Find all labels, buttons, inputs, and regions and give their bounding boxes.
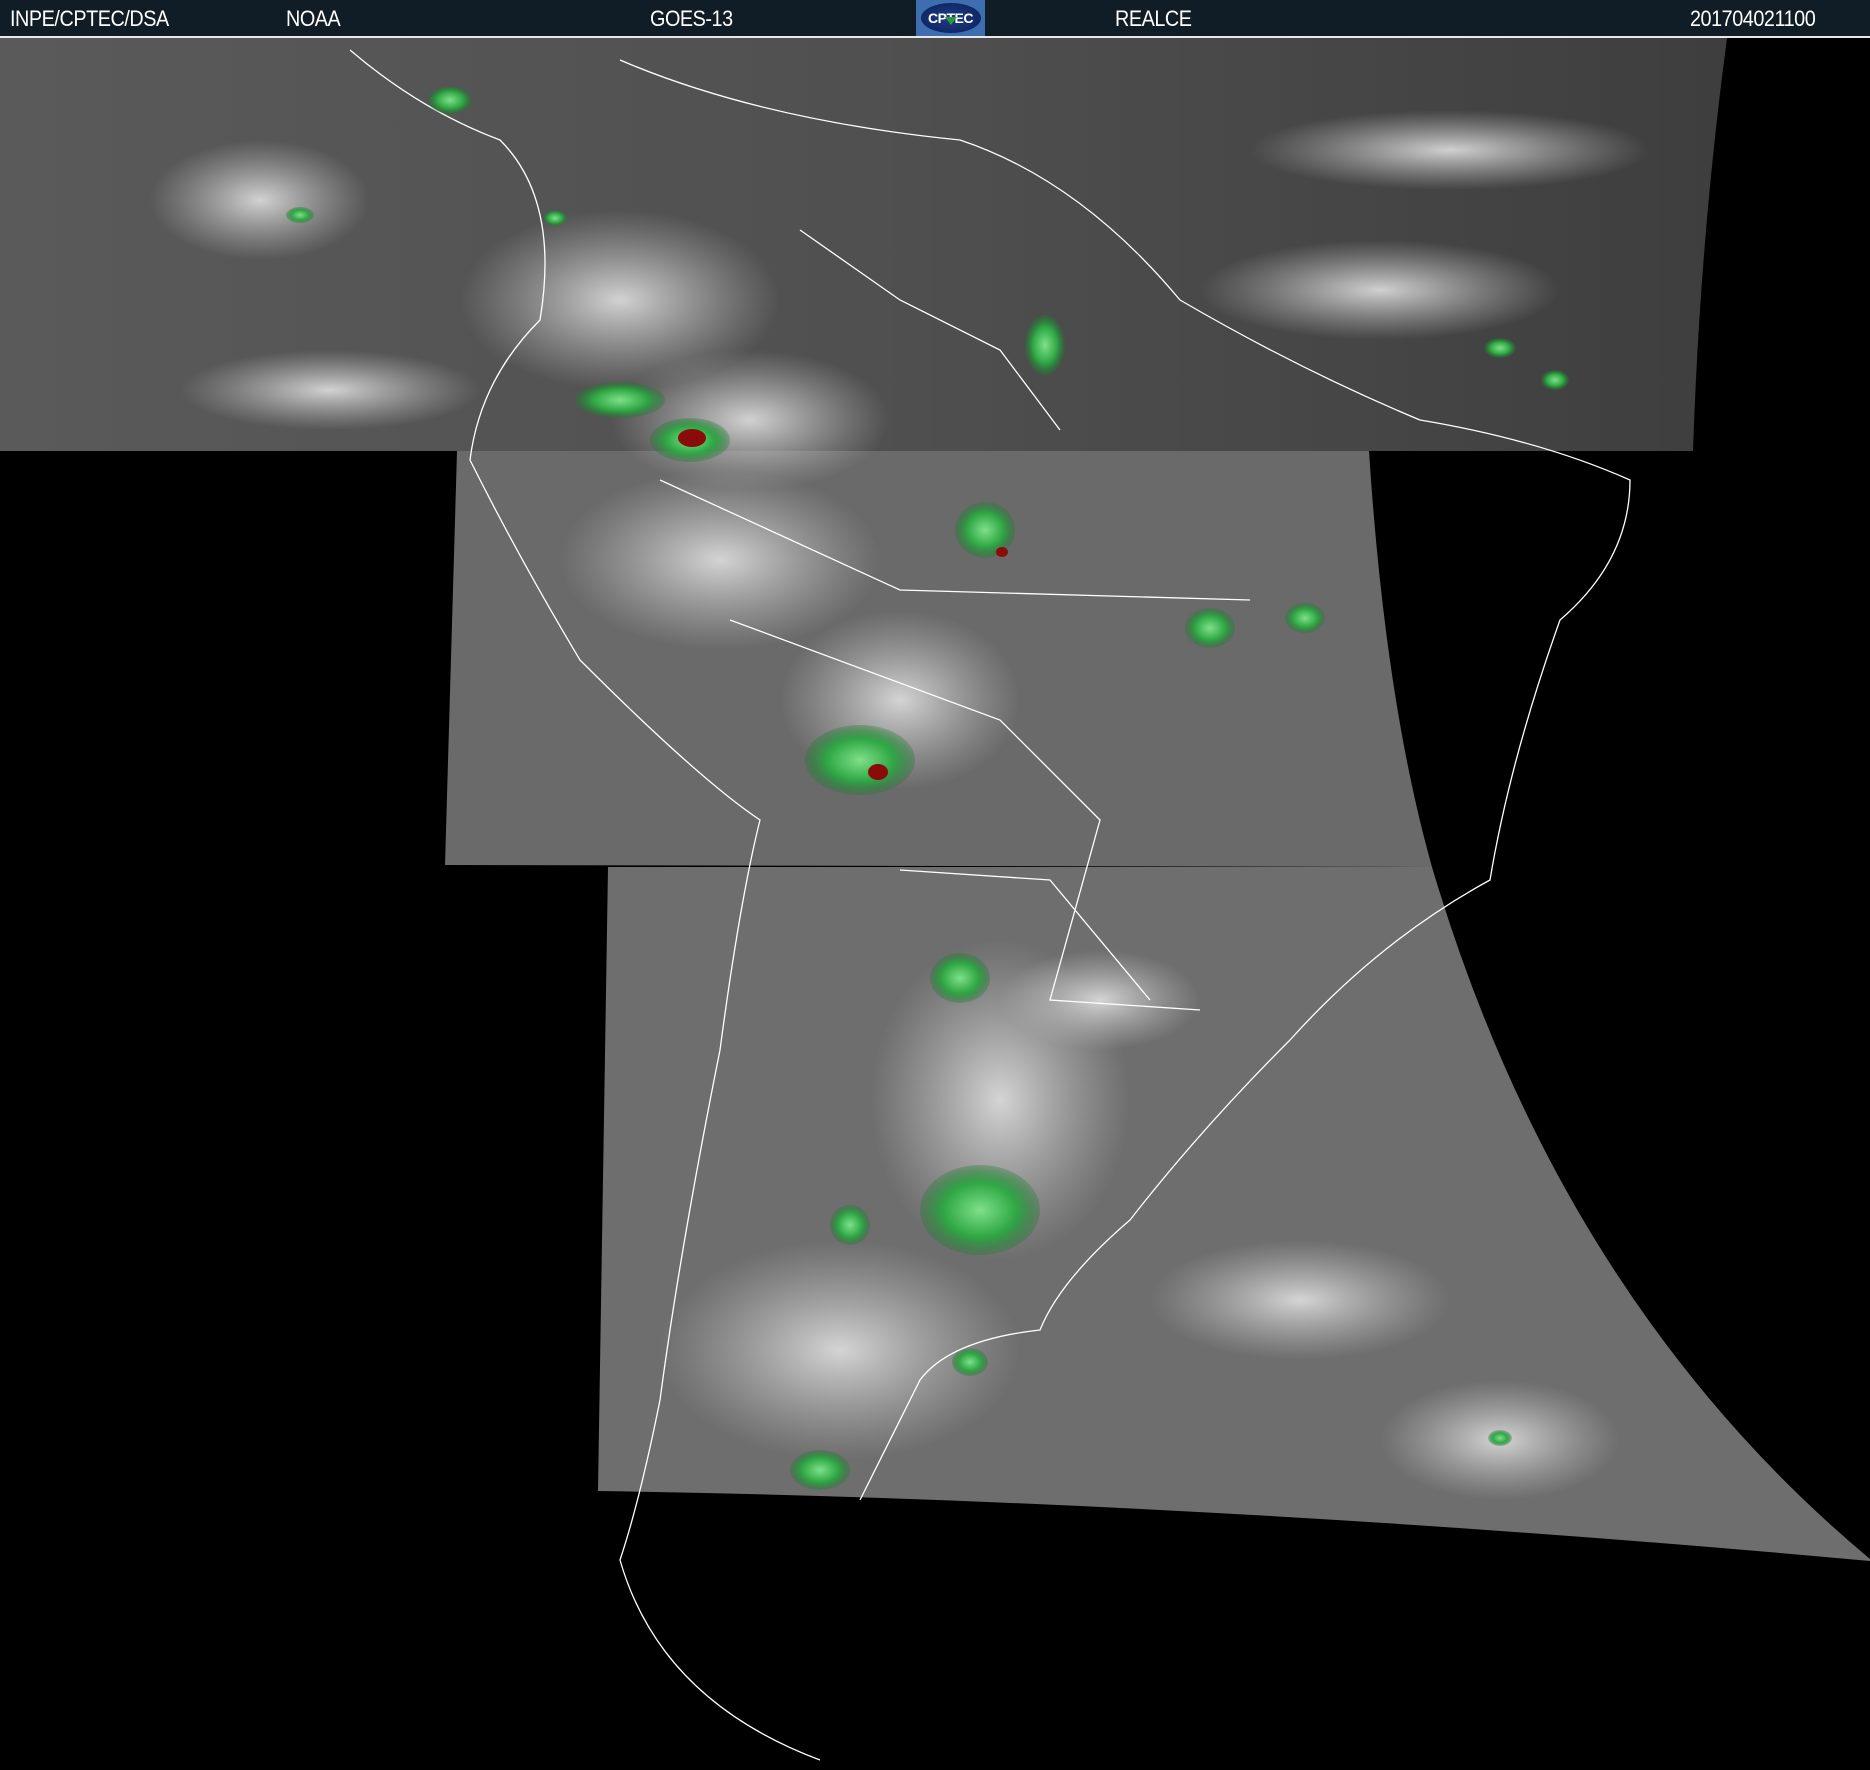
agency-label: INPE/CPTEC/DSA xyxy=(10,6,169,31)
product-label: REALCE xyxy=(1115,6,1192,31)
timestamp-label: 201704021100 xyxy=(1690,6,1816,31)
provider-label: NOAA xyxy=(286,6,341,31)
logo-text: CPTEC xyxy=(928,10,973,26)
satellite-image xyxy=(0,38,1870,1770)
header-bar: INPE/CPTEC/DSA NOAA GOES-13 CPTEC REALCE… xyxy=(0,0,1870,38)
cptec-logo: CPTEC xyxy=(916,0,985,36)
satellite-label: GOES-13 xyxy=(650,6,733,31)
